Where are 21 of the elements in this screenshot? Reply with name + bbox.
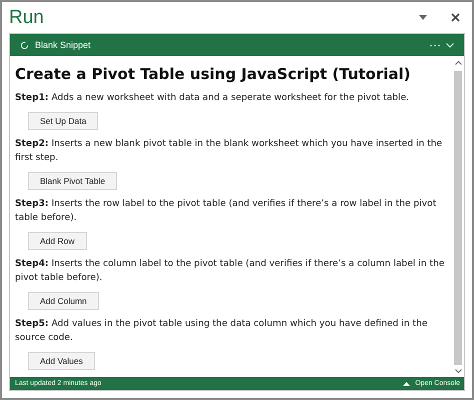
more-icon[interactable] — [430, 44, 440, 46]
refresh-icon[interactable] — [20, 40, 29, 50]
chevron-down-icon[interactable] — [446, 42, 454, 48]
scroll-down-icon[interactable] — [454, 369, 462, 373]
step-button[interactable]: Blank Pivot Table — [28, 172, 118, 190]
step-description: Step5: Add values in the pivot table using the data column which you have defined in the source code. — [15, 318, 428, 345]
close-icon[interactable] — [451, 13, 460, 22]
page-heading: Create a Pivot Table using JavaScript (Tutorial) — [15, 65, 412, 83]
step-description: Step3: Inserts the row label to the pivot table (and verifies if there’s a row label in the pivot table before). — [15, 198, 438, 225]
triangle-up-icon — [403, 382, 410, 386]
scroll-up-icon[interactable] — [454, 61, 462, 65]
caret-icon[interactable] — [419, 15, 427, 20]
step-description: Step1: Adds a new worksheet with data and a seperate worksheet for the pivot table. — [15, 92, 410, 105]
step-button[interactable]: Add Row — [28, 232, 86, 250]
window-title: Run — [9, 6, 45, 28]
step-description: Step4: Inserts the column label to the pivot table (and verifies if there’s a column label in the pivot table before). — [15, 258, 446, 285]
snippet-title: Blank Snippet — [35, 40, 92, 50]
step-button[interactable]: Add Values — [28, 352, 95, 370]
step-description: Step2: Inserts a new blank pivot table in the blank worksheet which you have inserted in the first step. — [15, 138, 444, 165]
step-button[interactable]: Add Column — [28, 292, 99, 310]
step-button[interactable]: Set Up Data — [28, 112, 98, 130]
